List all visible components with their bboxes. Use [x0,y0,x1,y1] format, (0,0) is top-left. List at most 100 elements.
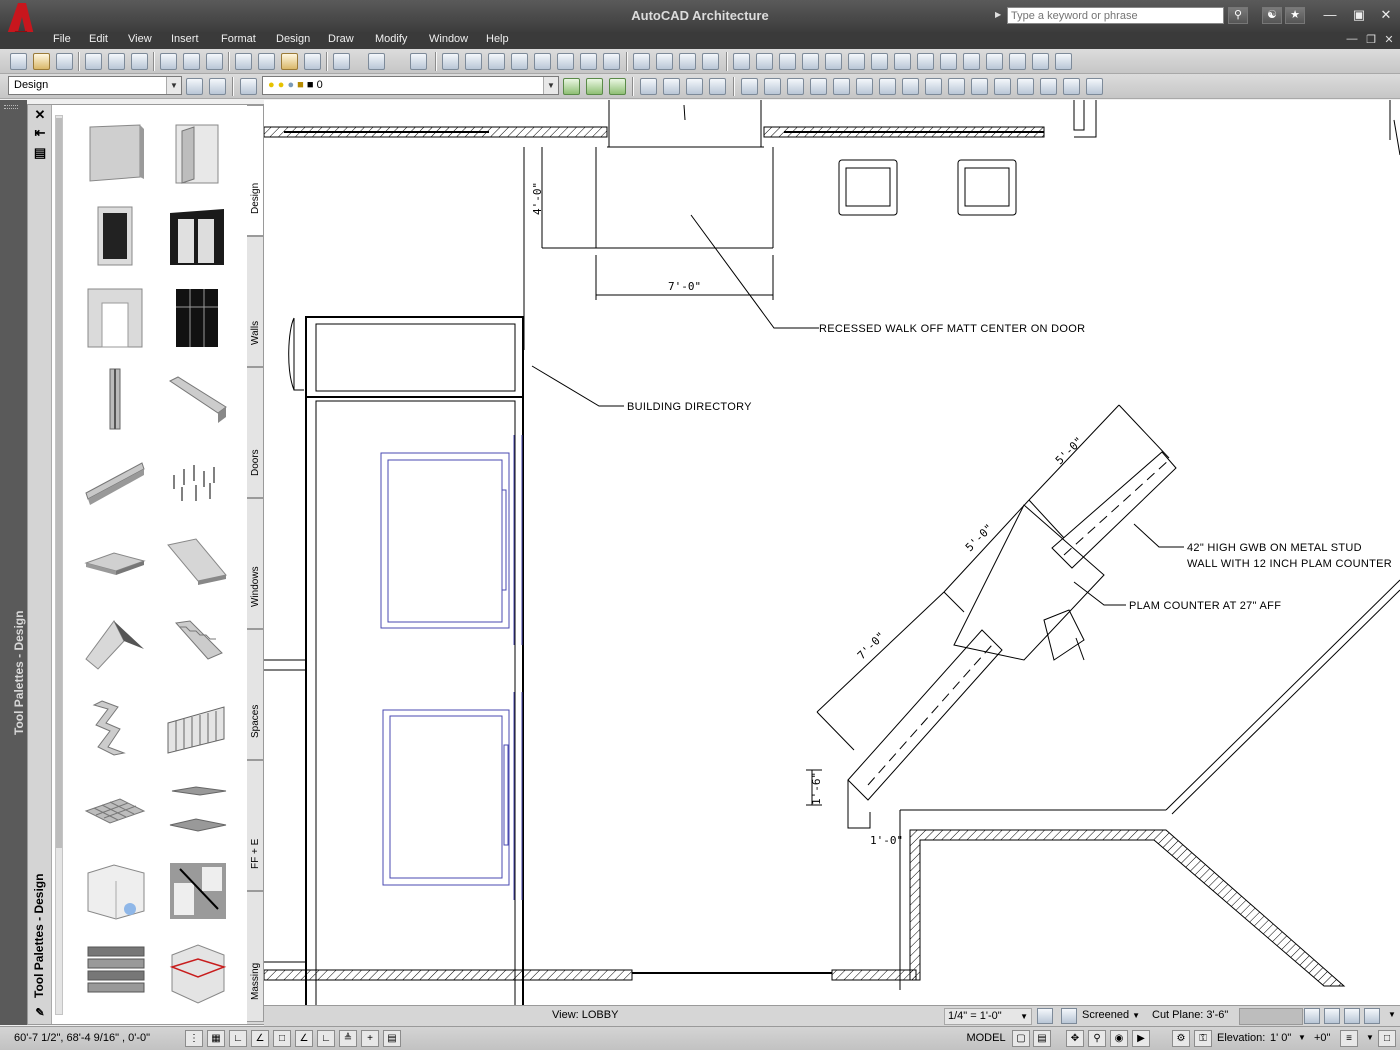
text-icon[interactable] [702,53,719,70]
design-center-icon[interactable] [465,53,482,70]
display-manager-icon[interactable] [603,53,620,70]
chevron-down-icon[interactable]: ▼ [1366,1033,1374,1042]
spline-icon[interactable] [940,53,957,70]
rectangle-draw-icon[interactable] [825,53,842,70]
quick-view-layouts-icon[interactable]: ▤ [1033,1030,1051,1047]
ellipse-arc-icon[interactable] [986,53,1003,70]
stretch-icon[interactable] [925,78,942,95]
auto-hide-icon[interactable]: ⇤ [32,125,48,141]
redo-icon[interactable] [368,53,385,70]
paste-icon[interactable] [281,53,298,70]
isolate-icon[interactable]: ≡ [1340,1030,1358,1047]
ellipse-icon[interactable] [963,53,980,70]
drag-grip-icon[interactable] [4,105,18,109]
properties-icon[interactable] [442,53,459,70]
menu-modify[interactable]: Modify [375,33,407,45]
doc-close-button[interactable]: ✕ [1382,33,1396,46]
quick-properties-icon[interactable]: ▤ [383,1030,401,1047]
coordinates-readout[interactable]: 60'-7 1/2", 68'-4 9/16" , 0'-0" [14,1032,150,1044]
wall-tool-icon[interactable] [84,121,146,185]
region-icon[interactable] [1055,53,1072,70]
zone-tool-icon[interactable] [84,859,146,923]
elevation-offset[interactable]: +0" [1314,1032,1330,1044]
layout-tab-icon[interactable]: ▢ [1012,1030,1030,1047]
clean-screen-icon[interactable]: □ [1378,1030,1396,1047]
annotation-monitor-icon[interactable] [1344,1008,1360,1024]
door-frame-tool-icon[interactable] [166,203,228,267]
tab-ff-e[interactable]: FF + E [247,760,264,891]
showmotion-icon[interactable]: ▶ [1132,1030,1150,1047]
scale-select[interactable]: 1/4" = 1'-0" ▼ [944,1008,1032,1025]
layer-properties-icon[interactable] [240,78,257,95]
search-input[interactable] [1007,7,1224,24]
cut-plane-label[interactable]: Cut Plane: 3'-6" [1152,1009,1228,1021]
favorites-star-icon[interactable]: ★ [1285,7,1305,24]
view-cube-icon[interactable] [656,53,673,70]
workspace-select[interactable]: Design ▼ [8,76,182,95]
sheet-set-icon[interactable] [511,53,528,70]
menu-insert[interactable]: Insert [171,33,199,45]
tab-doors[interactable]: Doors [247,367,264,498]
scale-icon[interactable] [902,78,919,95]
polar-tracking-icon[interactable]: ∠ [251,1030,269,1047]
binoculars-icon[interactable]: ⚲ [1228,7,1248,24]
zoom-icon[interactable] [633,53,650,70]
publish-icon[interactable] [131,53,148,70]
model-space-toggle[interactable]: MODEL [963,1030,1009,1047]
expand-arrow-icon[interactable]: ▶ [995,10,1001,19]
layer-previous-icon[interactable] [563,78,580,95]
ceiling-grid-tool-icon[interactable] [84,777,146,841]
workspace-settings-icon[interactable] [186,78,203,95]
drawing-status-icon[interactable] [1364,1008,1380,1024]
tab-spaces[interactable]: Spaces [247,629,264,760]
elevation-value[interactable]: 1' 0" [1270,1032,1291,1044]
snap-mode-icon[interactable]: ⋮ [185,1030,203,1047]
palette-properties-icon[interactable]: ▤ [32,145,48,161]
trim-icon[interactable] [948,78,965,95]
stair-tool-icon[interactable] [166,613,228,677]
zoom-icon[interactable]: ⚲ [1088,1030,1106,1047]
array-icon[interactable] [833,78,850,95]
beam-tool-icon[interactable] [166,367,228,431]
stair-winder-tool-icon[interactable] [84,695,146,759]
subscription-center-icon[interactable]: ☯ [1262,7,1282,24]
customize-icon[interactable] [209,78,226,95]
ortho-mode-icon[interactable]: ∟ [229,1030,247,1047]
offset-icon[interactable] [810,78,827,95]
dynamic-ucs-icon[interactable]: ∟ [317,1030,335,1047]
match-brush-icon[interactable] [304,53,321,70]
copy-icon[interactable] [258,53,275,70]
opening-tool-icon[interactable] [84,285,146,349]
point-icon[interactable] [1009,53,1026,70]
lineweight-icon[interactable]: + [361,1030,379,1047]
grid-tool-icon[interactable] [166,449,228,513]
join-icon[interactable] [1017,78,1034,95]
tab-design[interactable]: Design [247,105,264,236]
circle-icon[interactable] [917,53,934,70]
draw-order-above-icon[interactable] [686,78,703,95]
spell-check-icon[interactable] [160,53,177,70]
auto-scale-icon[interactable] [1061,1008,1077,1024]
toolbar-lock-icon[interactable]: ⚿ [1194,1030,1212,1047]
undo-icon[interactable] [333,53,350,70]
doc-minimize-button[interactable]: — [1345,33,1359,45]
menu-edit[interactable]: Edit [89,33,108,45]
window-tool-icon[interactable] [84,203,146,267]
tool-palettes-icon[interactable] [488,53,505,70]
grid-display-icon[interactable]: ▦ [207,1030,225,1047]
column-tool-icon[interactable] [84,367,146,431]
style-manager-icon[interactable] [580,53,597,70]
roof-slab-tool-icon[interactable] [166,531,228,595]
rectangle-icon[interactable] [871,53,888,70]
object-snap-icon[interactable]: □ [273,1030,291,1047]
layer-isolate-icon[interactable] [609,78,626,95]
markup-icon[interactable] [534,53,551,70]
steering-wheel-icon[interactable]: ◉ [1110,1030,1128,1047]
draw-order-back-icon[interactable] [663,78,680,95]
annotation-visibility-icon[interactable] [1037,1008,1053,1024]
door-tool-icon[interactable] [166,121,228,185]
cut-icon[interactable] [235,53,252,70]
tab-massing[interactable]: Massing [247,891,264,1022]
roof-tool-icon[interactable] [84,613,146,677]
minimize-button[interactable]: — [1318,6,1342,24]
